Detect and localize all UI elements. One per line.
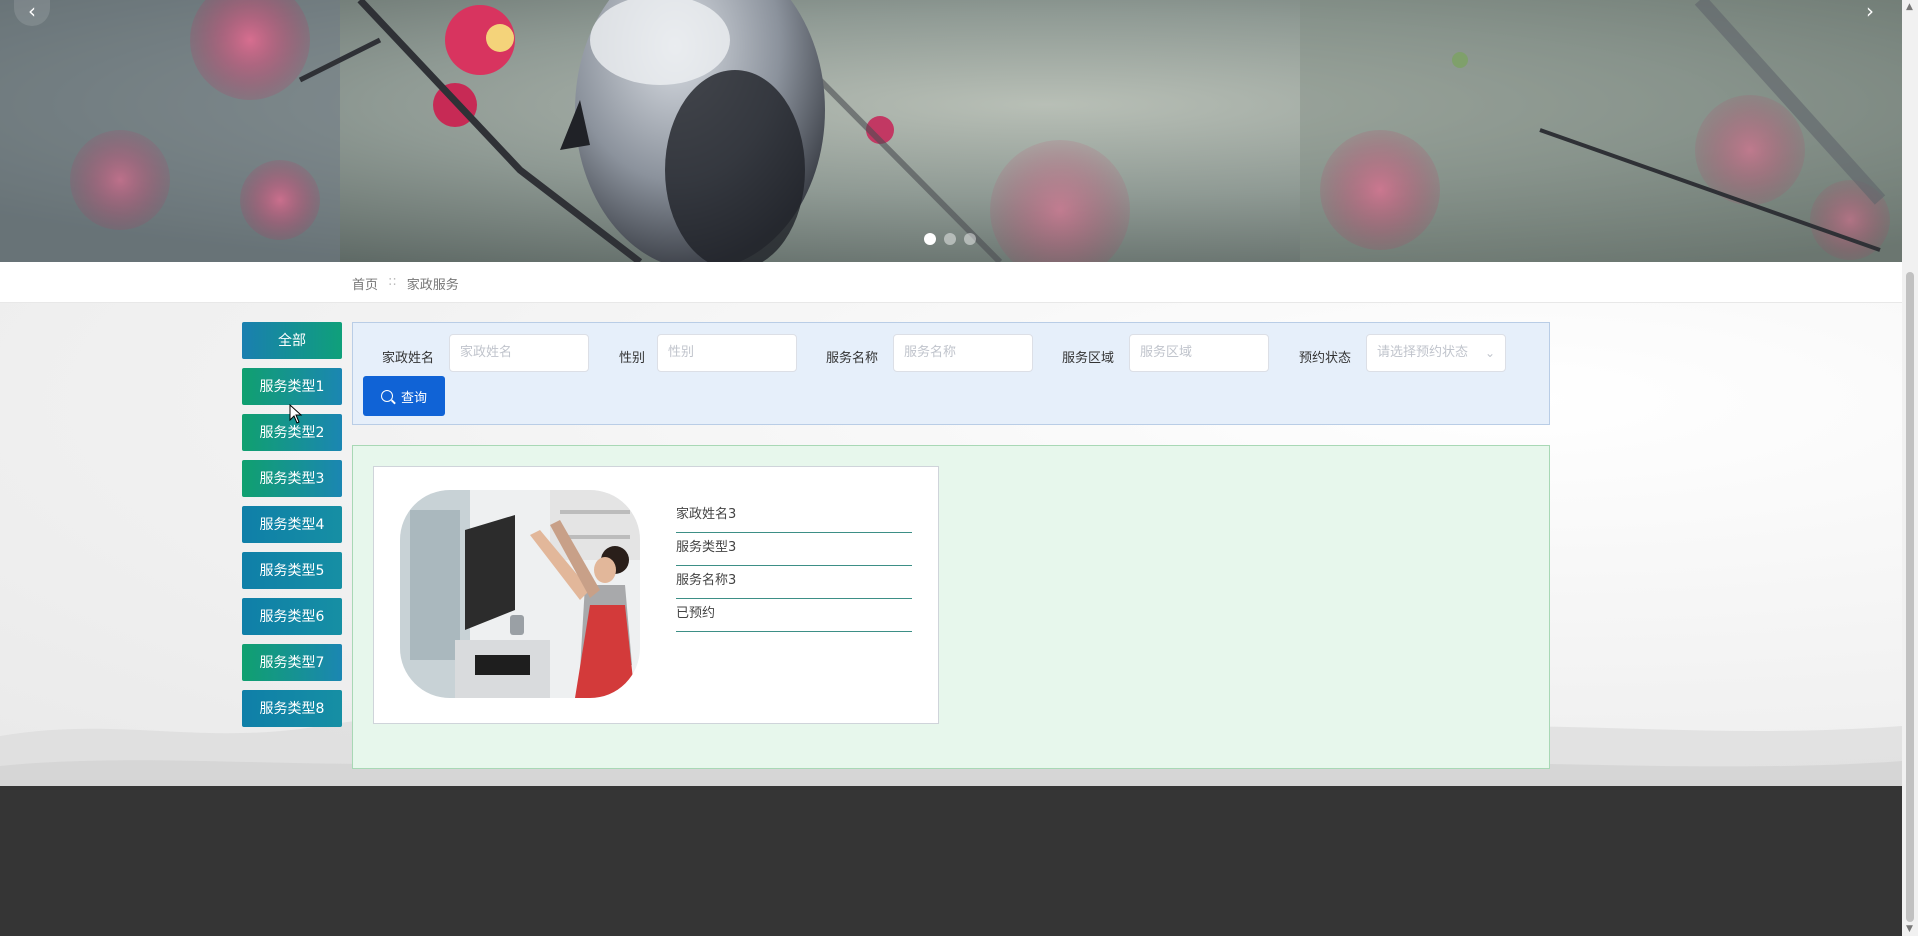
- category-type5-button[interactable]: 服务类型5: [242, 552, 342, 589]
- search-button-label: 查询: [400, 389, 427, 405]
- chevron-left-icon: ‹: [28, 0, 36, 23]
- service-name-label: 服务名称: [826, 351, 879, 366]
- search-form: 家政姓名 家政姓名 性别 性别 服务名称 服务名称 服务区域 服务区域 预约状态…: [352, 322, 1550, 425]
- carousel-image-bird-blossoms: [0, 0, 1902, 262]
- breadcrumb-home-link[interactable]: 首页: [352, 274, 378, 293]
- category-type7-button[interactable]: 服务类型7: [242, 644, 342, 681]
- search-button[interactable]: 查询: [363, 376, 445, 416]
- carousel-dot-1[interactable]: [924, 233, 936, 245]
- category-type4-button[interactable]: 服务类型4: [242, 506, 342, 543]
- breadcrumb-current: 家政服务: [406, 278, 459, 293]
- card-name: 家政姓名3: [676, 501, 912, 533]
- service-photo: [400, 490, 640, 698]
- scroll-down-arrow-icon[interactable]: ▼: [1906, 924, 1913, 934]
- search-icon: [380, 390, 393, 402]
- gender-input[interactable]: 性别: [657, 334, 797, 372]
- scrollbar-thumb[interactable]: [1906, 272, 1914, 922]
- service-type-menu: 全部 服务类型1 服务类型2 服务类型3 服务类型4 服务类型5 服务类型6 服…: [242, 322, 342, 736]
- card-booking-status: 已预约: [676, 600, 912, 632]
- category-type3-button[interactable]: 服务类型3: [242, 460, 342, 497]
- service-area-input[interactable]: 服务区域: [1129, 334, 1269, 372]
- breadcrumb: 首页 :: 家政服务: [352, 274, 459, 293]
- gender-label: 性别: [619, 351, 646, 366]
- carousel-dot-2[interactable]: [944, 233, 956, 245]
- main-content: 全部 服务类型1 服务类型2 服务类型3 服务类型4 服务类型5 服务类型6 服…: [0, 303, 1902, 786]
- category-all-button[interactable]: 全部: [242, 322, 342, 359]
- booking-status-placeholder: 请选择预约状态: [1377, 345, 1469, 360]
- carousel-next-button[interactable]: ›: [1852, 0, 1888, 26]
- carousel-indicators: [924, 233, 976, 245]
- category-type6-button[interactable]: 服务类型6: [242, 598, 342, 635]
- chevron-down-icon: ⌄: [1484, 346, 1495, 360]
- page-footer: [0, 786, 1902, 936]
- breadcrumb-separator: ::: [388, 274, 397, 289]
- category-type8-button[interactable]: 服务类型8: [242, 690, 342, 727]
- name-input[interactable]: 家政姓名: [449, 334, 589, 372]
- card-service-type: 服务类型3: [676, 534, 912, 566]
- carousel-dot-3[interactable]: [964, 233, 976, 245]
- category-type1-button[interactable]: 服务类型1: [242, 368, 342, 405]
- service-card-details: 家政姓名3 服务类型3 服务名称3 已预约: [676, 501, 912, 633]
- service-list: 家政姓名3 服务类型3 服务名称3 已预约: [352, 445, 1550, 769]
- booking-status-label: 预约状态: [1299, 351, 1352, 366]
- name-label: 家政姓名: [382, 351, 435, 366]
- mouse-cursor-icon: [289, 404, 303, 424]
- scroll-up-arrow-icon[interactable]: ▲: [1906, 2, 1913, 12]
- card-service-name: 服务名称3: [676, 567, 912, 599]
- chevron-right-icon: ›: [1866, 0, 1874, 23]
- breadcrumb-bar: 首页 :: 家政服务: [0, 262, 1902, 303]
- service-name-input[interactable]: 服务名称: [893, 334, 1033, 372]
- service-area-label: 服务区域: [1062, 351, 1115, 366]
- booking-status-select[interactable]: 请选择预约状态 ⌄: [1366, 334, 1506, 372]
- hero-carousel[interactable]: ‹ ›: [0, 0, 1902, 262]
- service-card[interactable]: 家政姓名3 服务类型3 服务名称3 已预约: [373, 466, 939, 724]
- page-scrollbar[interactable]: ▲ ▼: [1902, 0, 1918, 936]
